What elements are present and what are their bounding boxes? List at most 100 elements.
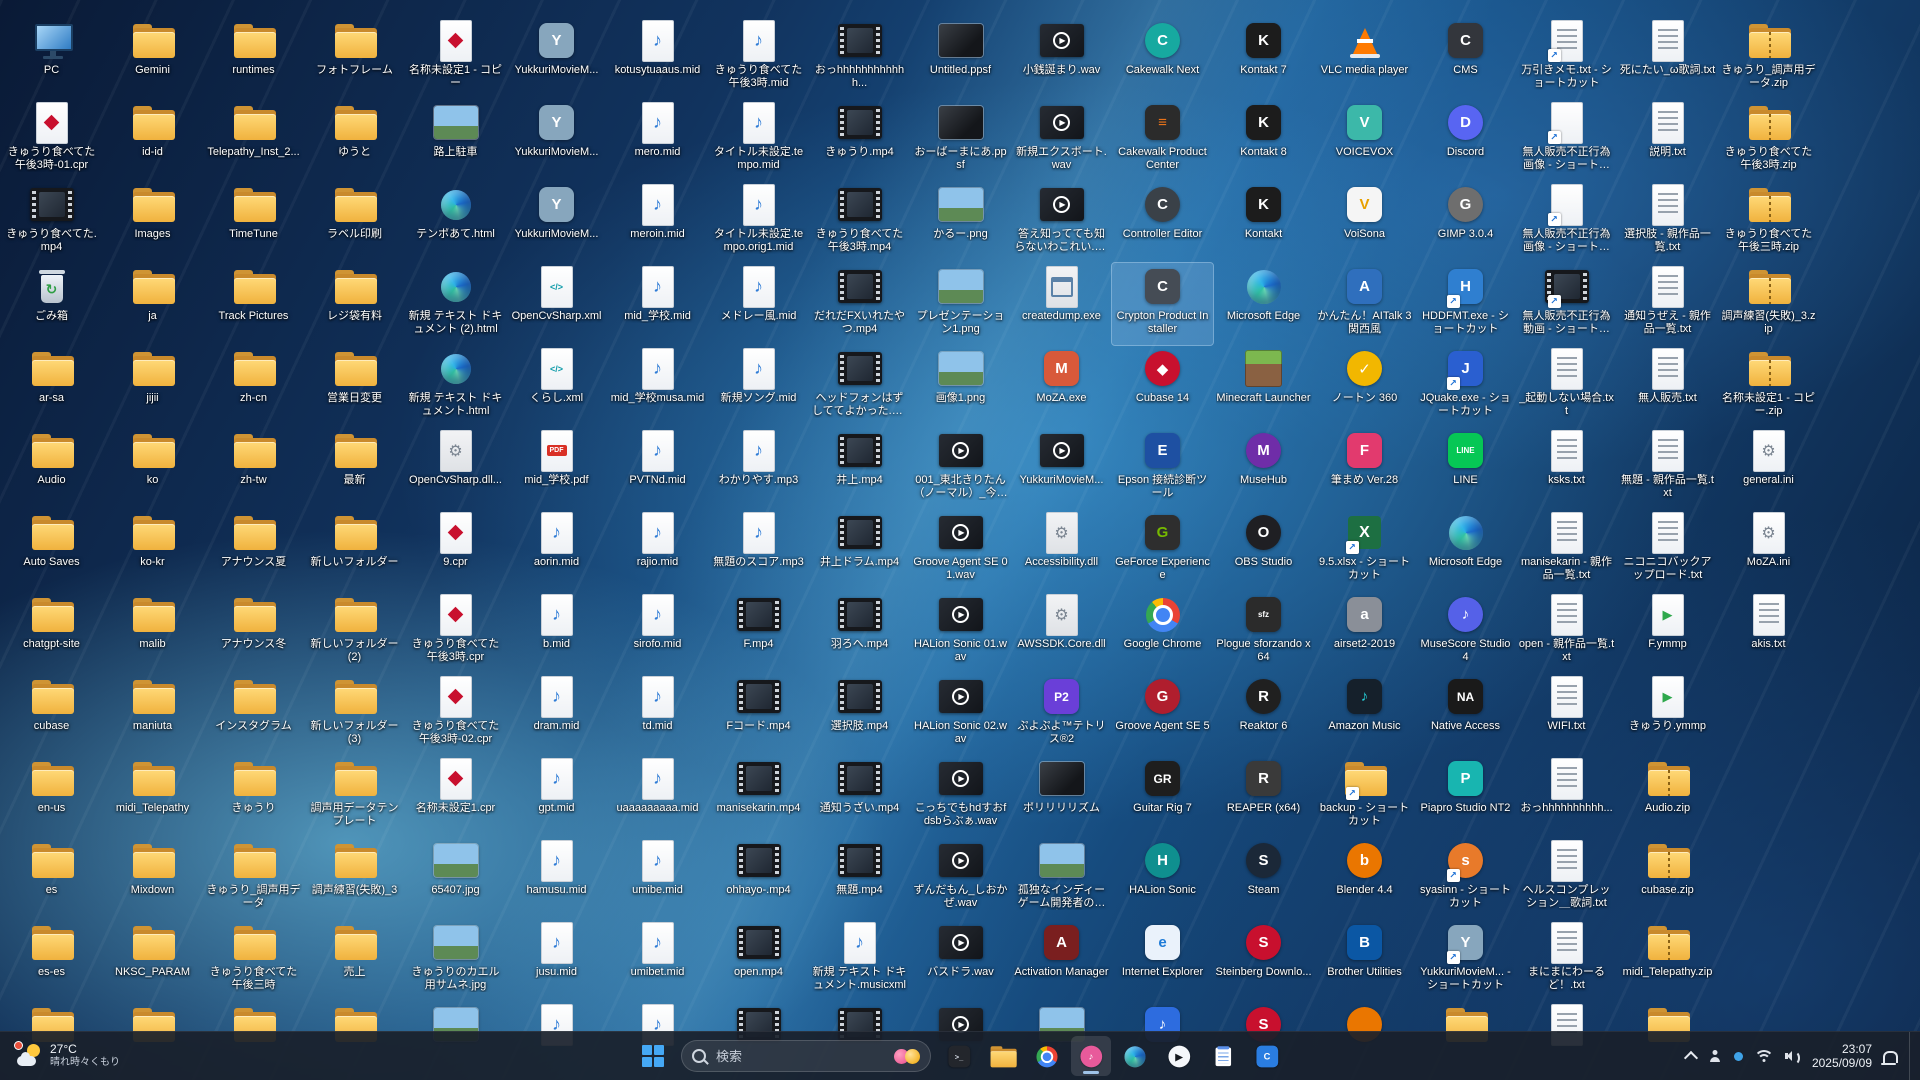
desktop-icon[interactable]: manisekarin - 親作品一覧.txt	[1516, 509, 1617, 591]
desktop-icon[interactable]: YYukkuriMovieM...	[506, 99, 607, 181]
desktop-icon[interactable]: 営業日変更	[304, 345, 405, 427]
desktop-icon[interactable]: きゅうり食べてた.mp4	[1, 181, 102, 263]
desktop-icon[interactable]: アナウンス夏	[203, 509, 304, 591]
desktop-icon[interactable]: maniuta	[102, 673, 203, 755]
desktop-icon[interactable]: s↗syasinn - ショートカット	[1415, 837, 1516, 919]
desktop-icon[interactable]: ⚙MoZA.ini	[1718, 509, 1819, 591]
desktop-icon[interactable]: 新しいフォルダー (3)	[304, 673, 405, 755]
desktop-icon[interactable]: _起動しない場合.txt	[1516, 345, 1617, 427]
desktop-icon[interactable]: Fコード.mp4	[708, 673, 809, 755]
desktop-icon[interactable]: ポリリリリズム	[1011, 755, 1112, 837]
desktop-icon[interactable]: 最新	[304, 427, 405, 509]
desktop-icon[interactable]: きゅうり_調声用データ.zip	[1718, 17, 1819, 99]
desktop-icon[interactable]: おーばーまにあ.ppsf	[910, 99, 1011, 181]
desktop-icon[interactable]: MMoZA.exe	[1011, 345, 1112, 427]
desktop-icon[interactable]: ⚙AWSSDK.Core.dll	[1011, 591, 1112, 673]
desktop-icon[interactable]: createdump.exe	[1011, 263, 1112, 345]
desktop-icon[interactable]: かるー.png	[910, 181, 1011, 263]
desktop-icon[interactable]: Y↗YukkuriMovieM... - ショートカット	[1415, 919, 1516, 1001]
desktop-icon[interactable]: ▶バスドラ.wav	[910, 919, 1011, 1001]
desktop-icon[interactable]: </>くらし.xml	[506, 345, 607, 427]
desktop-icon[interactable]: おっhhhhhhhhhh...	[1516, 755, 1617, 837]
desktop-icon[interactable]: YYukkuriMovieM...	[506, 181, 607, 263]
desktop-icon[interactable]: ≡Cakewalk Product Center	[1112, 99, 1213, 181]
desktop-icon[interactable]: 通知うぜえ - 親作品一覧.txt	[1617, 263, 1718, 345]
desktop-icon[interactable]: アナウンス冬	[203, 591, 304, 673]
desktop-icon[interactable]: ♪dram.mid	[506, 673, 607, 755]
desktop-icon[interactable]: GRGuitar Rig 7	[1112, 755, 1213, 837]
desktop-icon[interactable]: PDFmid_学校.pdf	[506, 427, 607, 509]
desktop-icon[interactable]: open.mp4	[708, 919, 809, 1001]
desktop-icon[interactable]: フォトフレーム	[304, 17, 405, 99]
show-desktop-button[interactable]	[1909, 1032, 1914, 1080]
desktop-icon[interactable]: 画像1.png	[910, 345, 1011, 427]
desktop-icon[interactable]: ♪umibe.mid	[607, 837, 708, 919]
clip-studio-button[interactable]: C	[1247, 1036, 1287, 1076]
desktop-icon[interactable]: chatgpt-site	[1, 591, 102, 673]
desktop-icon[interactable]: Untitled.ppsf	[910, 17, 1011, 99]
desktop-icon[interactable]: bBlender 4.4	[1314, 837, 1415, 919]
desktop-icon[interactable]: midi_Telepathy	[102, 755, 203, 837]
desktop-icon[interactable]: ▶F.ymmp	[1617, 591, 1718, 673]
desktop-icon[interactable]: ↻ごみ箱	[1, 263, 102, 345]
desktop-icon[interactable]: ▶YukkuriMovieM...	[1011, 427, 1112, 509]
terminal-button[interactable]: >_	[939, 1036, 979, 1076]
desktop-icon[interactable]: ♪きゅうり食べてた午後3時.mid	[708, 17, 809, 99]
google-chrome-button[interactable]	[1027, 1036, 1067, 1076]
desktop-icon[interactable]: きゅうり食べてた午後3時.mp4	[809, 181, 910, 263]
desktop-icon[interactable]: Minecraft Launcher	[1213, 345, 1314, 427]
desktop-icon[interactable]: おっhhhhhhhhhhhh...	[809, 17, 910, 99]
desktop-icon[interactable]: きゅうりのカエル用サムネ.jpg	[405, 919, 506, 1001]
desktop-icon[interactable]: ♪mid_学校.mid	[607, 263, 708, 345]
desktop-icon[interactable]: ▶きゅうり.ymmp	[1617, 673, 1718, 755]
desktop-icon[interactable]: ▶ずんだもん_しおかぜ.wav	[910, 837, 1011, 919]
desktop-icon[interactable]: ▶小銭誕まり.wav	[1011, 17, 1112, 99]
desktop-icon[interactable]: ♪kotusytuaaus.mid	[607, 17, 708, 99]
desktop-icon[interactable]: jijii	[102, 345, 203, 427]
desktop-icon[interactable]: VVOICEVOX	[1314, 99, 1415, 181]
desktop-icon[interactable]: 井上ドラム.mp4	[809, 509, 910, 591]
desktop-icon[interactable]: だれだFXいれたやつ.mp4	[809, 263, 910, 345]
desktop-icon[interactable]: 新しいフォルダー	[304, 509, 405, 591]
desktop-icon[interactable]: TimeTune	[203, 181, 304, 263]
desktop-icon[interactable]: きゅうり食べてた午後3時-02.cpr	[405, 673, 506, 755]
clock[interactable]: 23:07 2025/09/09	[1812, 1042, 1872, 1070]
desktop-icon[interactable]: Track Pictures	[203, 263, 304, 345]
desktop-icon[interactable]: zh-cn	[203, 345, 304, 427]
desktop-icon[interactable]: eInternet Explorer	[1112, 919, 1213, 1001]
desktop-icon[interactable]: GGroove Agent SE 5	[1112, 673, 1213, 755]
desktop-icon[interactable]: ♪meroin.mid	[607, 181, 708, 263]
desktop-icon[interactable]: ar-sa	[1, 345, 102, 427]
desktop-icon[interactable]: 無題.mp4	[809, 837, 910, 919]
desktop-icon[interactable]: ♪mero.mid	[607, 99, 708, 181]
desktop-icon[interactable]: 路上駐車	[405, 99, 506, 181]
desktop-icon[interactable]: 選択肢.mp4	[809, 673, 910, 755]
desktop-icon[interactable]: OOBS Studio	[1213, 509, 1314, 591]
desktop-icon[interactable]: ♪Amazon Music	[1314, 673, 1415, 755]
desktop-icon[interactable]: YYukkuriMovieM...	[506, 17, 607, 99]
desktop-icon[interactable]: ohhayo-.mp4	[708, 837, 809, 919]
desktop-icon[interactable]: RREAPER (x64)	[1213, 755, 1314, 837]
desktop-icon[interactable]: BBrother Utilities	[1314, 919, 1415, 1001]
desktop-icon[interactable]: NANative Access	[1415, 673, 1516, 755]
desktop-icon[interactable]: プレゼンテーション1.png	[910, 263, 1011, 345]
desktop-icon[interactable]: テンポあて.html	[405, 181, 506, 263]
desktop-icon[interactable]: P2ぷよぷよ™テトリス®2	[1011, 673, 1112, 755]
desktop-icon[interactable]: ♪タイトル未設定.tempo.orig1.mid	[708, 181, 809, 263]
desktop-icon[interactable]: きゅうり食べてた午後3時-01.cpr	[1, 99, 102, 181]
desktop-icon[interactable]: ♪uaaaaaaaaa.mid	[607, 755, 708, 837]
desktop-icon[interactable]: GGeForce Experience	[1112, 509, 1213, 591]
desktop-icon[interactable]: きゅうり食べてた午後三時.zip	[1718, 181, 1819, 263]
desktop-icon[interactable]: 調声用データテンプレート	[304, 755, 405, 837]
desktop-icon[interactable]: 名称未設定1 - コピー.zip	[1718, 345, 1819, 427]
desktop-icon[interactable]: F.mp4	[708, 591, 809, 673]
desktop-icon[interactable]: ラベル印刷	[304, 181, 405, 263]
desktop-icon[interactable]: ◆Cubase 14	[1112, 345, 1213, 427]
wifi-button[interactable]	[1754, 1048, 1774, 1064]
desktop-icon[interactable]: ⚙general.ini	[1718, 427, 1819, 509]
desktop-icon[interactable]: GGIMP 3.0.4	[1415, 181, 1516, 263]
desktop-icon[interactable]: en-us	[1, 755, 102, 837]
notification-bell-button[interactable]	[1881, 1047, 1900, 1065]
desktop-icon[interactable]: きゅうり	[203, 755, 304, 837]
desktop-icon[interactable]: ♪MuseScore Studio 4	[1415, 591, 1516, 673]
